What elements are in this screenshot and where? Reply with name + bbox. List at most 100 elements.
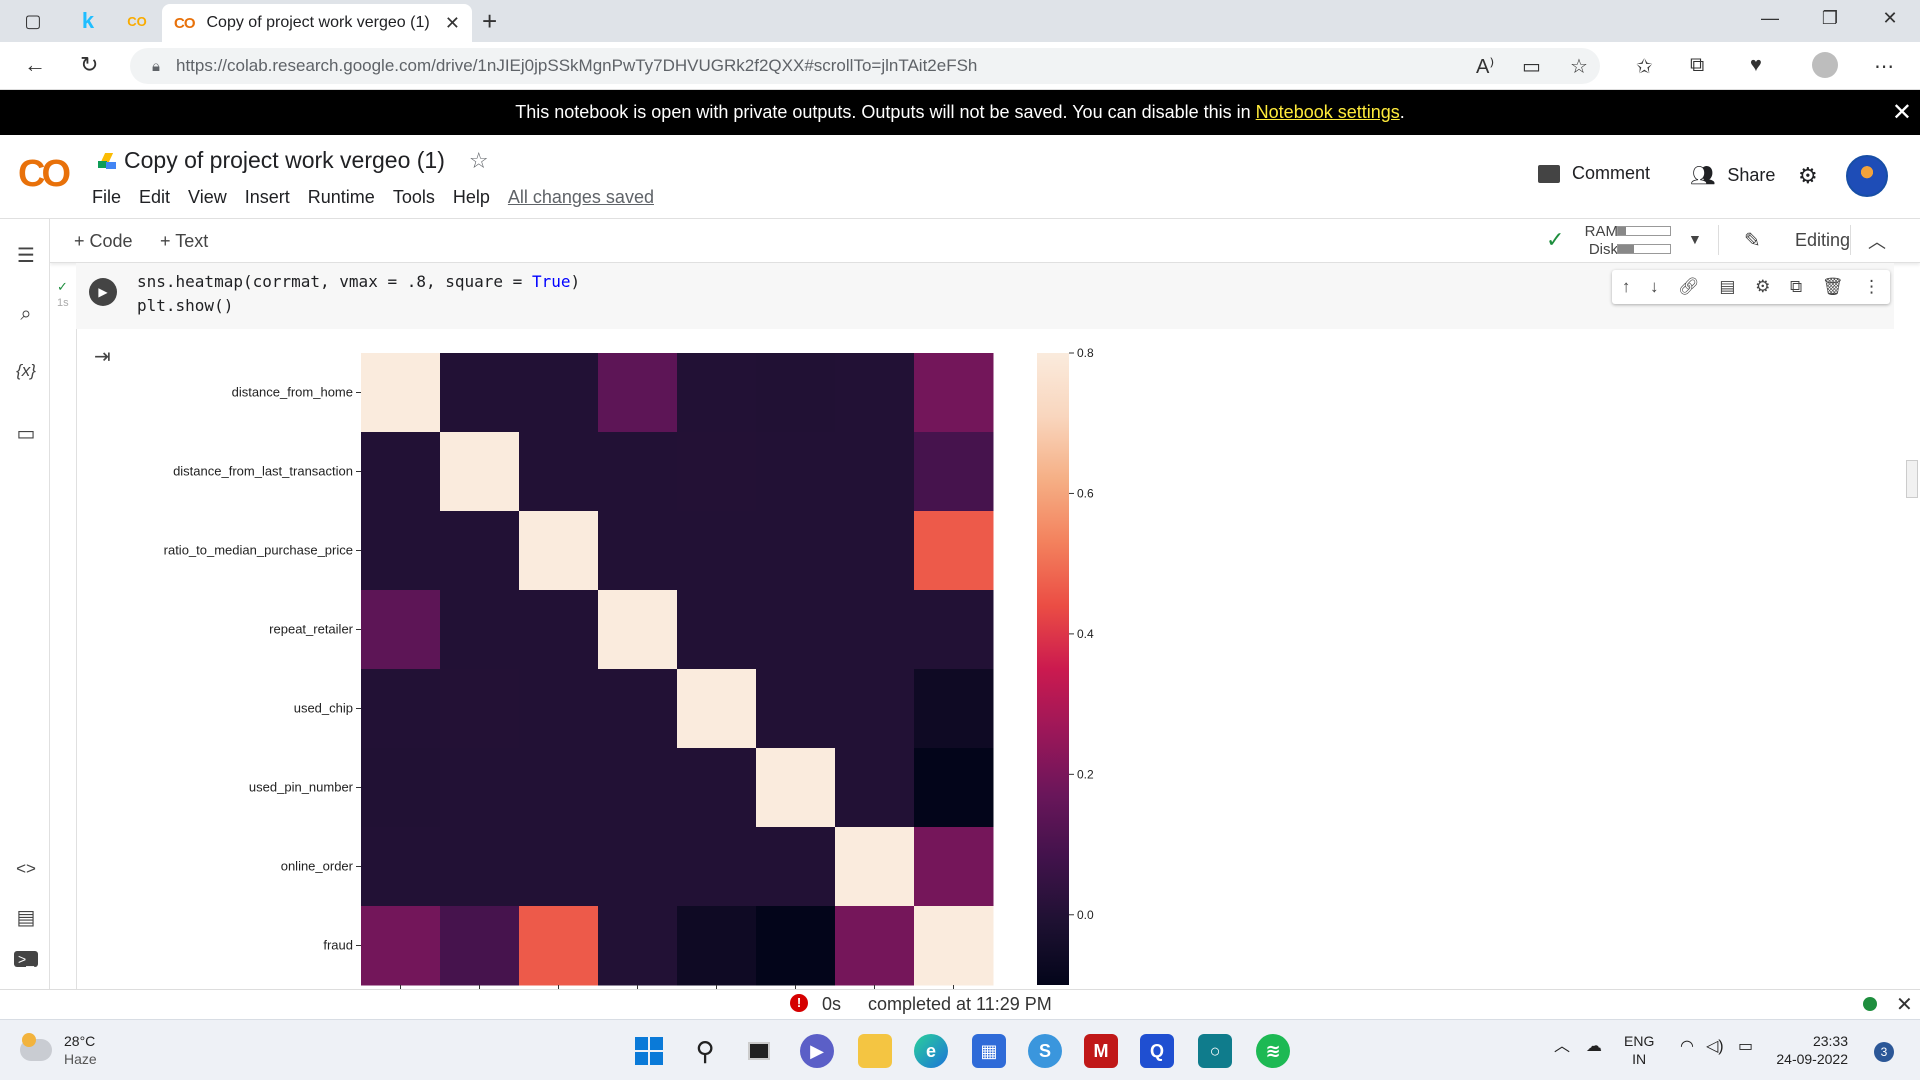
colab-tab-icon[interactable]: CO xyxy=(124,8,150,34)
menu-tools[interactable]: Tools xyxy=(393,187,435,208)
tab-actions-icon[interactable]: ▢ xyxy=(18,8,48,34)
skype-icon[interactable]: S xyxy=(1028,1034,1062,1068)
comment-cell-icon[interactable]: ▤ xyxy=(1719,277,1735,297)
save-status[interactable]: All changes saved xyxy=(508,187,654,208)
heatmap-cell xyxy=(519,827,599,907)
refresh-icon[interactable]: ↻ xyxy=(80,52,98,78)
minimize-icon[interactable]: — xyxy=(1740,8,1800,29)
task-view-icon[interactable] xyxy=(742,1034,776,1068)
teams-chat-icon[interactable]: ▶ xyxy=(800,1034,834,1068)
add-text-button[interactable]: + Text xyxy=(160,231,208,252)
back-icon[interactable]: ← xyxy=(24,52,46,78)
menu-file[interactable]: File xyxy=(92,187,121,208)
settings-gear-icon[interactable]: ⚙ xyxy=(1798,163,1818,189)
scrollbar-thumb[interactable] xyxy=(1906,460,1918,498)
collapse-header-icon[interactable]: ︿ xyxy=(1868,228,1886,254)
variables-icon[interactable]: {x} xyxy=(12,361,40,381)
resources-dropdown-icon[interactable]: ▼ xyxy=(1688,231,1702,247)
heatmap-cell xyxy=(756,906,836,986)
browser-essentials-icon[interactable]: ♥ xyxy=(1750,54,1762,77)
code-editor[interactable]: sns.heatmap(corrmat, vmax = .8, square =… xyxy=(137,270,580,318)
terminal-icon[interactable]: >_ xyxy=(14,951,38,967)
private-outputs-banner: This notebook is open with private outpu… xyxy=(0,90,1920,135)
onedrive-icon[interactable]: ☁ xyxy=(1586,1038,1602,1056)
clock[interactable]: 23:33 24-09-2022 xyxy=(1776,1032,1848,1068)
menu-runtime[interactable]: Runtime xyxy=(308,187,375,208)
microsoft-store-icon[interactable]: ▦ xyxy=(972,1034,1006,1068)
star-icon[interactable]: ☆ xyxy=(469,148,489,174)
menu-help[interactable]: Help xyxy=(453,187,490,208)
taskbar-search-icon[interactable]: ⚲ xyxy=(688,1034,722,1068)
heatmap-cell xyxy=(440,590,520,670)
address-bar-row: ← ↻ 🔒︎ https://colab.research.google.com… xyxy=(0,42,1920,90)
alexa-icon[interactable]: ○ xyxy=(1198,1034,1232,1068)
run-cell-button[interactable]: ▶ xyxy=(89,278,117,306)
url-field[interactable]: 🔒︎ https://colab.research.google.com/dri… xyxy=(130,48,1600,84)
add-code-button[interactable]: + Code xyxy=(74,231,133,252)
cell-settings-icon[interactable]: ⚙ xyxy=(1755,277,1770,297)
menu-insert[interactable]: Insert xyxy=(245,187,290,208)
menu-view[interactable]: View xyxy=(188,187,227,208)
volume-icon[interactable]: ◁) xyxy=(1706,1038,1724,1056)
editing-mode-button[interactable]: Editing xyxy=(1795,230,1850,251)
link-icon[interactable]: 🔗︎ xyxy=(1678,277,1700,297)
resources-indicator[interactable]: RAM Disk xyxy=(1573,223,1618,259)
spotify-icon[interactable]: ≋ xyxy=(1256,1034,1290,1068)
heatmap-cell xyxy=(440,511,520,591)
weather-widget[interactable]: 28°C Haze xyxy=(20,1032,97,1068)
more-options-icon[interactable]: ⋯ xyxy=(1874,54,1894,79)
share-button[interactable]: 👥︎ Share xyxy=(1690,163,1775,188)
code-snippets-icon[interactable]: <> xyxy=(12,859,40,879)
notebook-settings-link[interactable]: Notebook settings xyxy=(1256,102,1400,123)
banner-suffix: . xyxy=(1399,102,1405,122)
notebook-title[interactable]: Copy of project work vergeo (1) ☆ xyxy=(98,147,489,174)
wifi-icon[interactable]: ◠ xyxy=(1680,1038,1694,1056)
new-tab-button[interactable]: + xyxy=(482,6,497,37)
colab-logo[interactable]: CO xyxy=(18,153,71,196)
menu-edit[interactable]: Edit xyxy=(139,187,170,208)
files-folder-icon[interactable]: ▭ xyxy=(12,421,40,446)
close-banner-icon[interactable]: ✕ xyxy=(1892,98,1912,127)
mirror-cell-icon[interactable]: ⧉ xyxy=(1790,277,1802,297)
mcafee-icon[interactable]: M xyxy=(1084,1034,1118,1068)
move-down-icon[interactable]: ↓ xyxy=(1650,277,1659,297)
profile-icon[interactable] xyxy=(1812,52,1838,78)
close-tab-icon[interactable]: ✕ xyxy=(445,13,460,34)
edge-browser-icon[interactable]: e xyxy=(914,1034,948,1068)
language-indicator[interactable]: ENG IN xyxy=(1624,1032,1654,1068)
file-explorer-icon[interactable] xyxy=(858,1034,892,1068)
close-window-icon[interactable]: ✕ xyxy=(1860,8,1920,29)
search-icon[interactable]: ⌕ xyxy=(12,303,40,326)
error-icon[interactable]: ! xyxy=(790,994,808,1012)
kaggle-tab-icon[interactable]: k xyxy=(76,8,100,34)
close-status-icon[interactable]: ✕ xyxy=(1896,992,1913,1017)
user-avatar[interactable] xyxy=(1846,155,1888,197)
battery-icon[interactable]: ▭ xyxy=(1738,1038,1753,1056)
delete-icon[interactable]: 🗑︎ xyxy=(1822,277,1844,297)
restore-icon[interactable]: ❐ xyxy=(1800,8,1860,29)
windows-start-icon[interactable] xyxy=(632,1034,666,1068)
colorbar-tick-label: 0.4 xyxy=(1077,627,1094,641)
comment-button[interactable]: Comment xyxy=(1538,163,1650,184)
add-favorite-icon[interactable]: ☆ xyxy=(1570,54,1588,79)
table-of-contents-icon[interactable]: ☰ xyxy=(12,243,40,268)
immersive-reader-icon[interactable]: ▭ xyxy=(1522,54,1541,79)
move-up-icon[interactable]: ↑ xyxy=(1622,277,1631,297)
heatmap-cell xyxy=(440,906,520,986)
heatmap-cell xyxy=(677,827,757,907)
tab-colab-notebook[interactable]: CO Copy of project work vergeo (1) ✕ xyxy=(162,4,472,42)
notification-badge[interactable]: 3 xyxy=(1874,1042,1894,1062)
command-palette-icon[interactable]: ▤ xyxy=(12,905,40,930)
show-hidden-icons[interactable]: ︿ xyxy=(1554,1038,1570,1056)
code-line-1-end: ) xyxy=(570,272,581,291)
collections-icon[interactable]: ⧉ xyxy=(1690,54,1704,77)
heatmap-cell xyxy=(361,827,441,907)
quick-assist-icon[interactable]: Q xyxy=(1140,1034,1174,1068)
heatmap-cell xyxy=(519,432,599,512)
more-actions-icon[interactable]: ⋮ xyxy=(1863,277,1880,297)
favorites-icon[interactable]: ✩ xyxy=(1636,54,1653,79)
heatmap-cell xyxy=(914,748,994,828)
heatmap-cell xyxy=(914,669,994,749)
output-actions-icon[interactable]: ⇥ xyxy=(94,344,111,369)
read-aloud-icon[interactable]: A⁾ xyxy=(1476,54,1494,79)
